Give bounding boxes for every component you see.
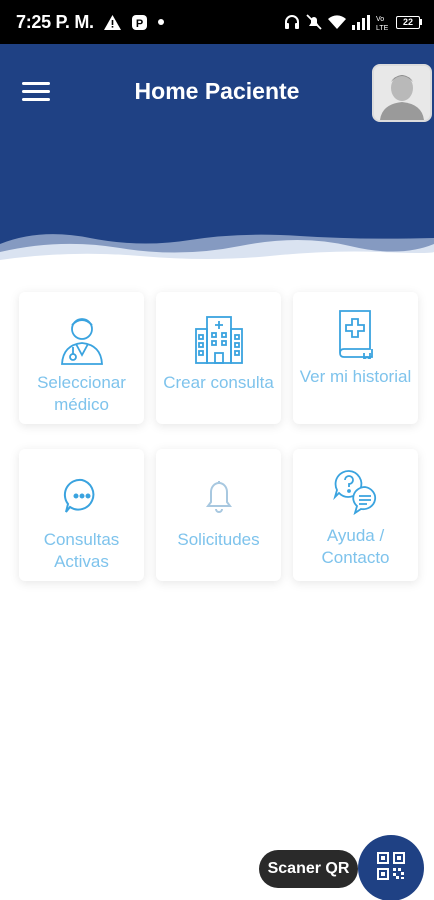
status-time: 7:25 P. M.	[16, 11, 94, 32]
signal-icon	[352, 14, 370, 30]
card-solicitudes[interactable]: Solicitudes	[156, 449, 281, 581]
headphones-icon	[284, 14, 300, 30]
app-notification-icon: P	[131, 14, 148, 31]
page-title: Home Paciente	[134, 78, 300, 104]
chat-bubble-icon	[62, 469, 102, 523]
hospital-building-icon	[193, 312, 245, 366]
app-header: Home Paciente	[0, 44, 434, 276]
help-chat-icon	[332, 465, 379, 519]
volte-icon: Vo LTE	[376, 13, 390, 31]
battery-icon: 22	[396, 15, 422, 29]
card-consultas-activas[interactable]: Consultas Activas	[19, 449, 144, 581]
header-wave	[0, 234, 434, 276]
card-label: Seleccionar médico	[37, 373, 126, 414]
doctor-icon	[57, 312, 107, 366]
card-label: Consultas Activas	[43, 530, 120, 571]
card-label: Crear consulta	[163, 373, 274, 392]
card-label: Ver mi historial	[299, 367, 412, 386]
wifi-icon	[328, 14, 346, 30]
bell-icon	[199, 469, 239, 523]
svg-text:LTE: LTE	[376, 25, 389, 31]
medical-record-icon	[334, 306, 378, 360]
battery-level: 22	[396, 15, 420, 29]
svg-text:P: P	[136, 18, 143, 30]
scan-qr-label[interactable]: Scaner QR	[259, 850, 358, 888]
user-avatar[interactable]	[372, 64, 432, 122]
card-crear-consulta[interactable]: Crear consulta	[156, 292, 281, 424]
svg-text:Vo: Vo	[376, 16, 384, 23]
mute-icon	[306, 14, 322, 30]
card-seleccionar-medico[interactable]: Seleccionar médico	[19, 292, 144, 424]
card-label: Solicitudes	[177, 530, 260, 549]
scan-qr-button[interactable]	[358, 835, 424, 900]
warning-icon	[103, 14, 121, 30]
qr-code-icon	[377, 851, 405, 885]
card-ayuda-contacto[interactable]: Ayuda / Contacto	[293, 449, 418, 581]
dot-icon	[157, 19, 164, 25]
card-label: Ayuda / Contacto	[321, 526, 390, 567]
status-bar: 7:25 P. M. P Vo LTE 22	[0, 0, 434, 44]
card-ver-historial[interactable]: Ver mi historial	[293, 292, 418, 424]
